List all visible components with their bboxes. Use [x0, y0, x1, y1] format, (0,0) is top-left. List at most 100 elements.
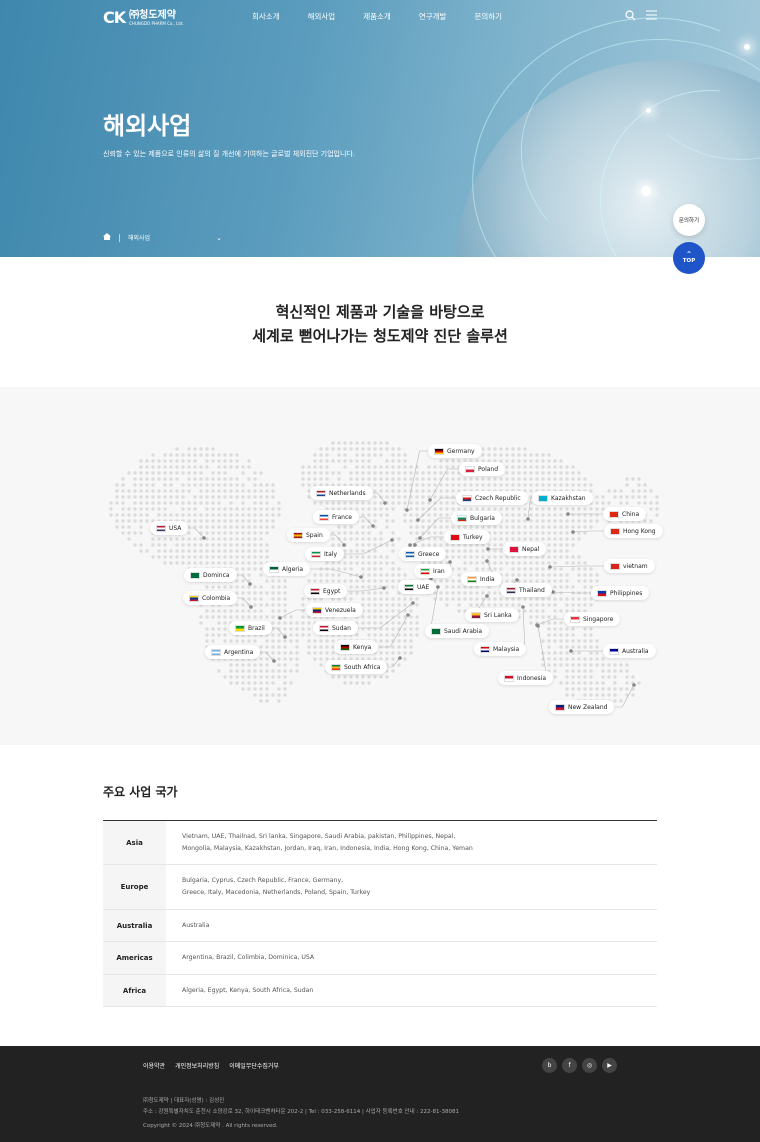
map-dot — [535, 603, 539, 607]
chevron-down-icon[interactable]: ⌄ — [216, 234, 222, 242]
map-dot — [511, 597, 515, 601]
map-dot — [337, 531, 341, 535]
map-dot — [511, 513, 515, 517]
country-label[interactable]: Malaysia — [474, 642, 527, 656]
company-logo[interactable]: CK ㈜청도제약 CHUNGDO PHARM Co., Ltd. — [103, 8, 184, 27]
country-label[interactable]: Brazil — [229, 621, 272, 635]
country-label[interactable]: Spain — [287, 528, 330, 542]
country-label[interactable]: vietnam — [604, 559, 655, 573]
map-dot — [403, 657, 407, 661]
country-label[interactable]: Netherlands — [310, 486, 373, 500]
map-dot — [511, 459, 515, 463]
nav-item-overseas[interactable]: 해외사업 — [308, 11, 336, 22]
map-dot — [367, 537, 371, 541]
map-dot — [115, 525, 119, 529]
country-label[interactable]: Sudan — [313, 621, 358, 635]
country-label[interactable]: Germany — [428, 444, 482, 458]
country-label[interactable]: Hong Kong — [604, 524, 663, 538]
map-dot — [403, 483, 407, 487]
country-label[interactable]: Greece — [399, 547, 447, 561]
youtube-icon[interactable]: ▶ — [602, 1058, 617, 1073]
country-label[interactable]: Iran — [414, 564, 452, 578]
country-marker — [283, 635, 287, 639]
country-label[interactable]: Italy — [305, 547, 345, 561]
country-label[interactable]: France — [313, 510, 359, 524]
map-dot — [193, 537, 197, 541]
country-label[interactable]: Nepal — [503, 542, 547, 556]
country-marker — [566, 512, 570, 516]
country-label[interactable]: Egypt — [304, 584, 348, 598]
map-dot — [271, 597, 275, 601]
map-dot — [451, 567, 455, 571]
country-label[interactable]: Czech Republic — [456, 491, 528, 505]
country-label[interactable]: Indonesia — [498, 671, 554, 685]
country-label[interactable]: Colombia — [183, 591, 238, 605]
country-label[interactable]: USA — [150, 521, 189, 535]
country-label[interactable]: Algeria — [263, 562, 311, 576]
map-dot — [193, 549, 197, 553]
nav-item-company[interactable]: 회사소개 — [252, 11, 280, 22]
nav-item-inquiry[interactable]: 문의하기 — [474, 11, 502, 22]
country-label[interactable]: Bulgaria — [451, 511, 502, 525]
country-label[interactable]: Kazakhstan — [532, 491, 593, 505]
map-dot — [385, 507, 389, 511]
instagram-icon[interactable]: ◎ — [582, 1058, 597, 1073]
facebook-icon[interactable]: f — [562, 1058, 577, 1073]
countries-cell: Vietnam, UAE, Thailnad, Sri lanka, Singa… — [166, 821, 657, 864]
map-dot — [325, 651, 329, 655]
map-dot — [241, 675, 245, 679]
map-dot — [385, 465, 389, 469]
country-label[interactable]: Australia — [603, 644, 656, 658]
map-dot — [169, 549, 173, 553]
country-marker — [382, 586, 386, 590]
map-dot — [241, 579, 245, 583]
nav-item-products[interactable]: 제품소개 — [363, 11, 391, 22]
map-dot — [583, 663, 587, 667]
map-dot — [349, 579, 353, 583]
map-dot — [205, 543, 209, 547]
map-dot — [397, 621, 401, 625]
country-label[interactable]: Dominca — [184, 568, 237, 582]
menu-icon[interactable] — [646, 10, 657, 22]
search-icon[interactable] — [625, 10, 636, 23]
country-label[interactable]: UAE — [398, 580, 437, 594]
country-label[interactable]: New Zealand — [549, 700, 615, 714]
country-label[interactable]: South Africa — [325, 660, 388, 674]
map-dot — [565, 693, 569, 697]
map-dot — [553, 627, 557, 631]
inquiry-floating-button[interactable]: 문의하기 — [673, 204, 705, 236]
footer-link-privacy[interactable]: 개인정보처리방침 — [175, 1061, 219, 1070]
map-dot — [205, 489, 209, 493]
map-dot — [241, 585, 245, 589]
map-dot — [409, 507, 413, 511]
footer-link-email-policy[interactable]: 이메일무단수집거부 — [229, 1061, 279, 1070]
country-label[interactable]: Argentina — [205, 645, 261, 659]
country-label[interactable]: Singapore — [564, 612, 621, 626]
country-label[interactable]: China — [603, 507, 647, 521]
country-label[interactable]: Venezuela — [306, 603, 363, 617]
country-label[interactable]: Poland — [459, 462, 506, 476]
country-label[interactable]: Saudi Arabia — [425, 624, 490, 638]
blog-icon[interactable]: b — [542, 1058, 557, 1073]
map-dot — [559, 579, 563, 583]
breadcrumb-current[interactable]: 해외사업 — [128, 233, 150, 242]
footer-link-terms[interactable]: 이용약관 — [143, 1061, 165, 1070]
country-label[interactable]: Turkey — [444, 530, 490, 544]
country-label[interactable]: Thailand — [500, 583, 552, 597]
map-dot — [379, 639, 383, 643]
map-dot — [337, 525, 341, 529]
map-dot — [187, 531, 191, 535]
map-dot — [247, 531, 251, 535]
map-dot — [403, 489, 407, 493]
map-dot — [253, 681, 257, 685]
country-label[interactable]: Philippines — [591, 586, 650, 600]
country-label[interactable]: India — [461, 572, 502, 586]
scroll-top-button[interactable]: ^ TOP — [673, 242, 705, 274]
map-dot — [127, 507, 131, 511]
home-icon[interactable] — [103, 233, 111, 242]
map-dot — [553, 525, 557, 529]
map-dot — [373, 513, 377, 517]
country-label[interactable]: Sri Lanka — [465, 608, 519, 622]
country-label[interactable]: Kenya — [334, 640, 379, 654]
nav-item-research[interactable]: 연구개발 — [419, 11, 447, 22]
